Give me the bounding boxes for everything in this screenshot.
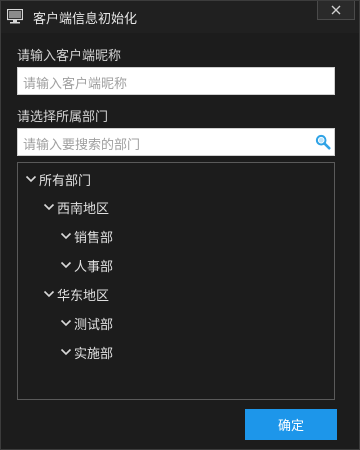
monitor-icon <box>6 8 24 24</box>
chevron-down-icon[interactable] <box>25 173 37 183</box>
chevron-down-icon[interactable] <box>60 259 72 269</box>
tree-node-label: 销售部 <box>74 231 114 246</box>
nickname-placeholder: 请输入客户端昵称 <box>23 77 128 92</box>
department-search-input[interactable]: 请输入要搜索的部门 <box>17 128 335 156</box>
chevron-down-icon[interactable] <box>60 317 72 327</box>
tree-node-label: 人事部 <box>74 260 114 275</box>
tree-node-label: 西南地区 <box>57 202 110 217</box>
nickname-label: 请输入客户端昵称 <box>17 49 122 64</box>
nickname-input[interactable]: 请输入客户端昵称 <box>17 67 335 95</box>
dialog-window: 客户端信息初始化 请输入客户端昵称 请输入客户端昵称 请选择所属部门 请输入要搜… <box>0 0 360 450</box>
chevron-down-icon[interactable] <box>60 230 72 240</box>
tree-node-label: 所有部门 <box>39 174 92 189</box>
tree-node-label: 测试部 <box>74 318 114 333</box>
department-search-placeholder: 请输入要搜索的部门 <box>23 138 141 153</box>
department-label: 请选择所属部门 <box>17 110 109 125</box>
confirm-button[interactable]: 确定 <box>245 409 337 440</box>
department-tree[interactable]: 所有部门 西南地区 销售部 人事部 华东地区 测试部 实施部 <box>17 162 335 400</box>
chevron-down-icon[interactable] <box>60 346 72 356</box>
chevron-down-icon[interactable] <box>43 288 55 298</box>
window-title: 客户端信息初始化 <box>33 12 138 27</box>
title-bar[interactable]: 客户端信息初始化 <box>1 1 359 33</box>
tree-node-label: 实施部 <box>74 347 114 362</box>
chevron-down-icon[interactable] <box>43 201 55 211</box>
search-icon[interactable] <box>315 134 331 150</box>
tree-node-label: 华东地区 <box>57 289 110 304</box>
close-button[interactable] <box>317 1 355 20</box>
